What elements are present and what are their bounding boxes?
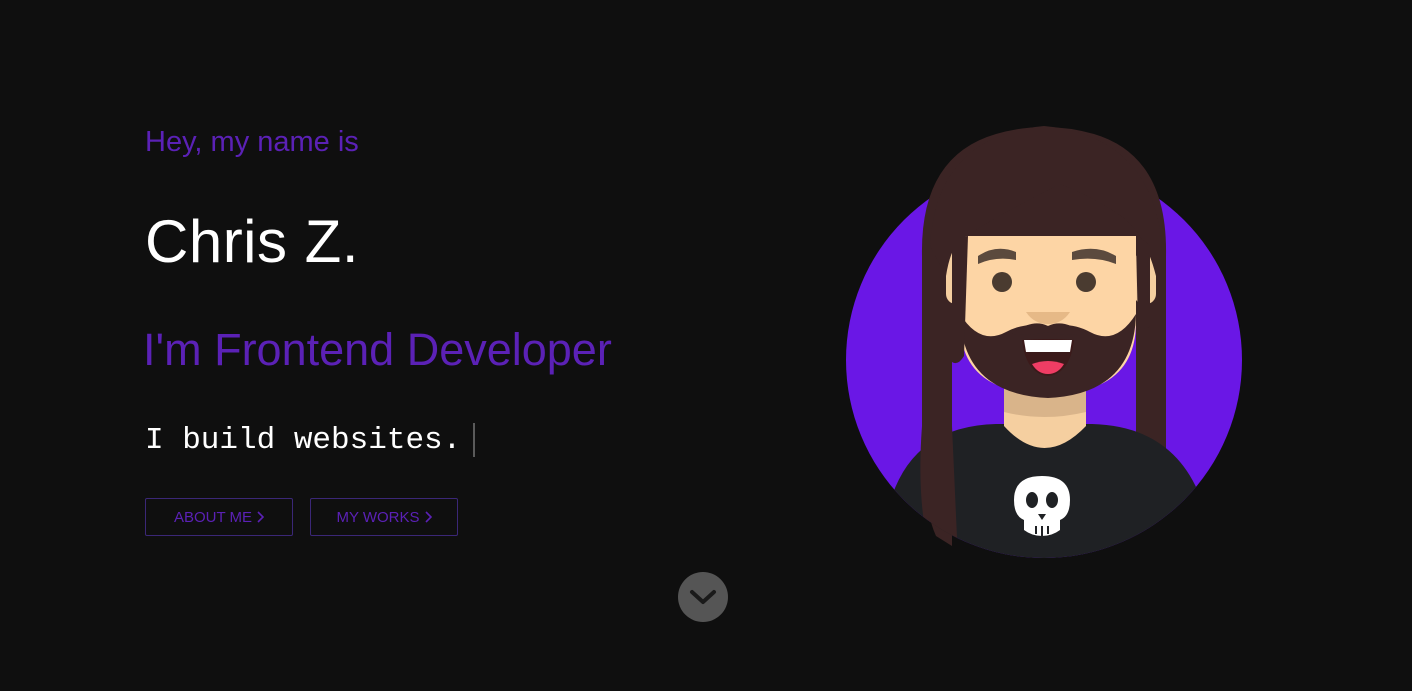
chevron-right-icon <box>424 511 432 523</box>
chevron-down-icon <box>690 590 716 604</box>
my-works-button[interactable]: MY WORKS <box>310 498 458 536</box>
role-heading: I'm Frontend Developer <box>143 324 612 375</box>
avatar-illustration <box>846 126 1242 558</box>
typed-line: I build websites. <box>145 420 476 460</box>
chevron-right-icon <box>257 511 265 523</box>
name-heading: Chris Z. <box>145 208 359 275</box>
about-me-label: ABOUT ME <box>173 508 253 526</box>
my-works-label: MY WORKS <box>336 508 420 526</box>
greeting-text: Hey, my name is <box>145 126 359 158</box>
about-me-button[interactable]: ABOUT ME <box>145 498 293 536</box>
typing-cursor <box>473 423 476 457</box>
hero-intro: Hey, my name is Chris Z. I'm Frontend De… <box>143 0 765 691</box>
typed-text: I build websites. <box>145 422 462 458</box>
scroll-down-button[interactable] <box>678 572 728 622</box>
